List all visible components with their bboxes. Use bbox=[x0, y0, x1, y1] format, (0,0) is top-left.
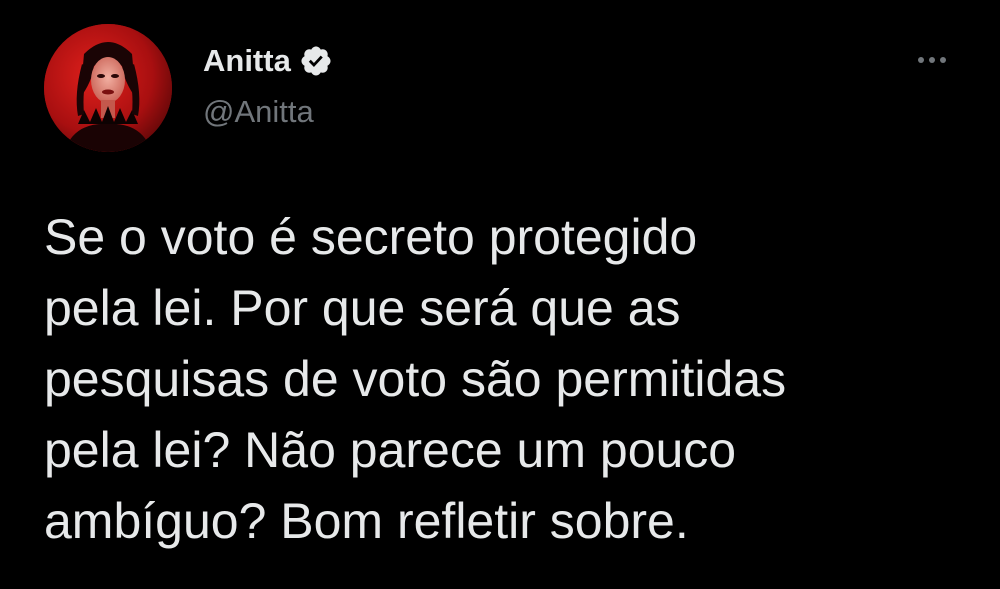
tweet-card: Anitta @Anitta Se o voto é secreto prote… bbox=[0, 0, 1000, 589]
more-horizontal-icon bbox=[918, 57, 924, 63]
user-handle[interactable]: @Anitta bbox=[203, 92, 314, 132]
more-horizontal-icon-dot bbox=[929, 57, 935, 63]
tweet-text-line: pesquisas de voto são permitidas bbox=[44, 351, 787, 407]
display-name[interactable]: Anitta bbox=[203, 40, 291, 82]
tweet-text-line: ambíguo? Bom refletir sobre. bbox=[44, 493, 689, 549]
tweet-text: Se o voto é secreto protegido pela lei. … bbox=[44, 202, 984, 557]
avatar[interactable] bbox=[44, 24, 172, 152]
more-options-button[interactable] bbox=[910, 46, 954, 74]
tweet-text-line: pela lei. Por que será que as bbox=[44, 280, 681, 336]
tweet-text-line: Se o voto é secreto protegido bbox=[44, 209, 698, 265]
more-horizontal-icon-dot bbox=[940, 57, 946, 63]
author-name-row: Anitta bbox=[203, 40, 333, 82]
tweet-text-line: pela lei? Não parece um pouco bbox=[44, 422, 737, 478]
verified-badge-icon bbox=[299, 44, 333, 78]
avatar-image bbox=[44, 24, 172, 152]
